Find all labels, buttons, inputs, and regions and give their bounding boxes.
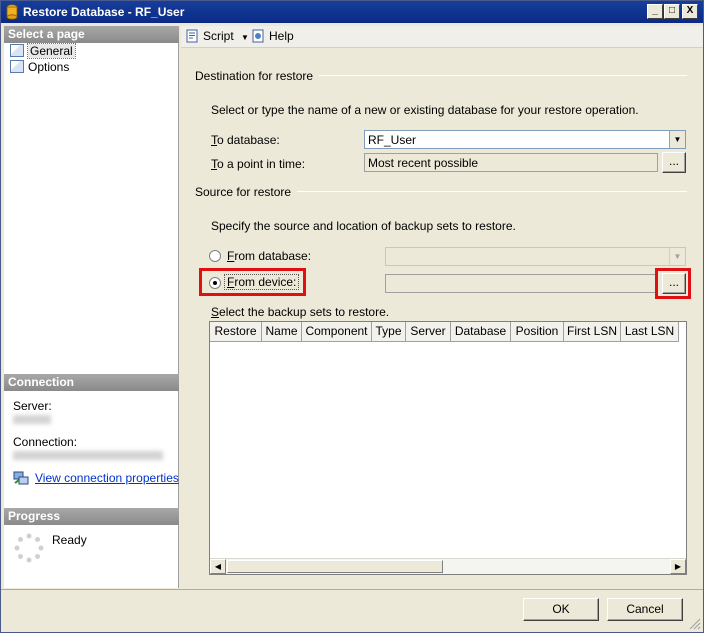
close-button[interactable]: X	[682, 4, 698, 19]
page-icon	[10, 44, 24, 57]
page-icon	[10, 60, 24, 73]
from-device-radio[interactable]	[209, 277, 221, 289]
from-database-combo[interactable]: ▼	[385, 247, 686, 266]
progress-spinner-icon	[14, 533, 44, 563]
to-database-label: To database:	[211, 133, 280, 147]
scroll-left-icon[interactable]: ◀	[210, 559, 226, 574]
from-device-path	[385, 274, 658, 293]
page-item-label: Options	[28, 60, 70, 74]
connection-header: Connection	[4, 374, 179, 391]
help-label: Help	[269, 29, 294, 43]
column-header-last-lsn[interactable]: Last LSN	[621, 322, 679, 342]
column-header-position[interactable]: Position	[511, 322, 564, 342]
destination-description: Select or type the name of a new or exis…	[211, 103, 639, 117]
resize-grip-icon[interactable]	[689, 618, 701, 630]
chevron-down-icon: ▼	[241, 33, 249, 42]
column-header-restore[interactable]: Restore	[210, 322, 262, 342]
source-group-label: Source for restore	[195, 185, 298, 199]
select-page-header: Select a page	[4, 26, 179, 43]
horizontal-scrollbar[interactable]: ◀ ▶	[210, 558, 686, 574]
chevron-down-icon[interactable]: ▼	[669, 248, 685, 265]
source-description: Specify the source and location of backu…	[211, 219, 516, 233]
script-label: Script	[203, 29, 234, 43]
connection-value-redacted	[13, 451, 163, 460]
scroll-right-icon[interactable]: ▶	[670, 559, 686, 574]
scrollbar-thumb[interactable]	[227, 560, 443, 573]
from-database-label: From database:	[227, 249, 312, 263]
ok-button[interactable]: OK	[523, 598, 599, 621]
toolbar: Script ▼ Help	[181, 26, 703, 48]
left-pane: Select a page General Options Connection…	[4, 26, 179, 588]
from-database-radio[interactable]	[209, 250, 221, 262]
from-device-label: From device:	[223, 274, 300, 290]
server-value-redacted	[13, 415, 51, 424]
page-item-general[interactable]: General	[10, 43, 76, 60]
script-icon	[186, 29, 198, 43]
maximize-button[interactable]: □	[664, 4, 680, 19]
server-label: Server:	[13, 399, 52, 413]
help-button[interactable]: Help	[251, 29, 294, 43]
device-browse-button[interactable]: ...	[662, 273, 686, 294]
select-backup-sets-label: Select the backup sets to restore.	[211, 305, 390, 319]
view-connection-properties-link[interactable]: View connection properties	[35, 471, 179, 485]
general-page-content: Destination for restore Select or type t…	[181, 49, 703, 588]
backup-sets-grid[interactable]: Restore Name Component Type Server Datab…	[209, 321, 687, 575]
help-icon	[252, 29, 264, 43]
script-button[interactable]: Script ▼	[185, 29, 249, 43]
column-header-first-lsn[interactable]: First LSN	[564, 322, 621, 342]
column-header-name[interactable]: Name	[262, 322, 302, 342]
to-point-in-time-value: Most recent possible	[364, 153, 658, 172]
chevron-down-icon[interactable]: ▼	[669, 131, 685, 148]
minimize-button[interactable]: _	[647, 4, 663, 19]
restore-database-window: Restore Database - RF_User _ □ X Select …	[0, 0, 704, 633]
grid-header-row: Restore Name Component Type Server Datab…	[210, 322, 679, 342]
cancel-button[interactable]: Cancel	[607, 598, 683, 621]
title-bar[interactable]: Restore Database - RF_User _ □ X	[1, 1, 703, 23]
point-in-time-browse-button[interactable]: ...	[662, 152, 686, 173]
connection-properties-icon	[13, 471, 29, 485]
to-point-in-time-label: To a point in time:	[211, 157, 306, 171]
column-header-component[interactable]: Component	[302, 322, 372, 342]
connection-label: Connection:	[13, 435, 78, 449]
page-item-options[interactable]: Options	[10, 60, 69, 76]
database-icon	[6, 4, 18, 20]
column-header-database[interactable]: Database	[451, 322, 511, 342]
to-database-value: RF_User	[368, 133, 417, 147]
page-item-label: General	[27, 43, 76, 59]
window-title: Restore Database - RF_User	[23, 5, 185, 19]
column-header-server[interactable]: Server	[406, 322, 451, 342]
progress-status: Ready	[52, 533, 87, 547]
column-header-type[interactable]: Type	[372, 322, 406, 342]
dialog-button-bar: OK Cancel	[1, 589, 703, 632]
to-database-combo[interactable]: RF_User ▼	[364, 130, 686, 149]
destination-group-label: Destination for restore	[195, 69, 320, 83]
progress-header: Progress	[4, 508, 179, 525]
